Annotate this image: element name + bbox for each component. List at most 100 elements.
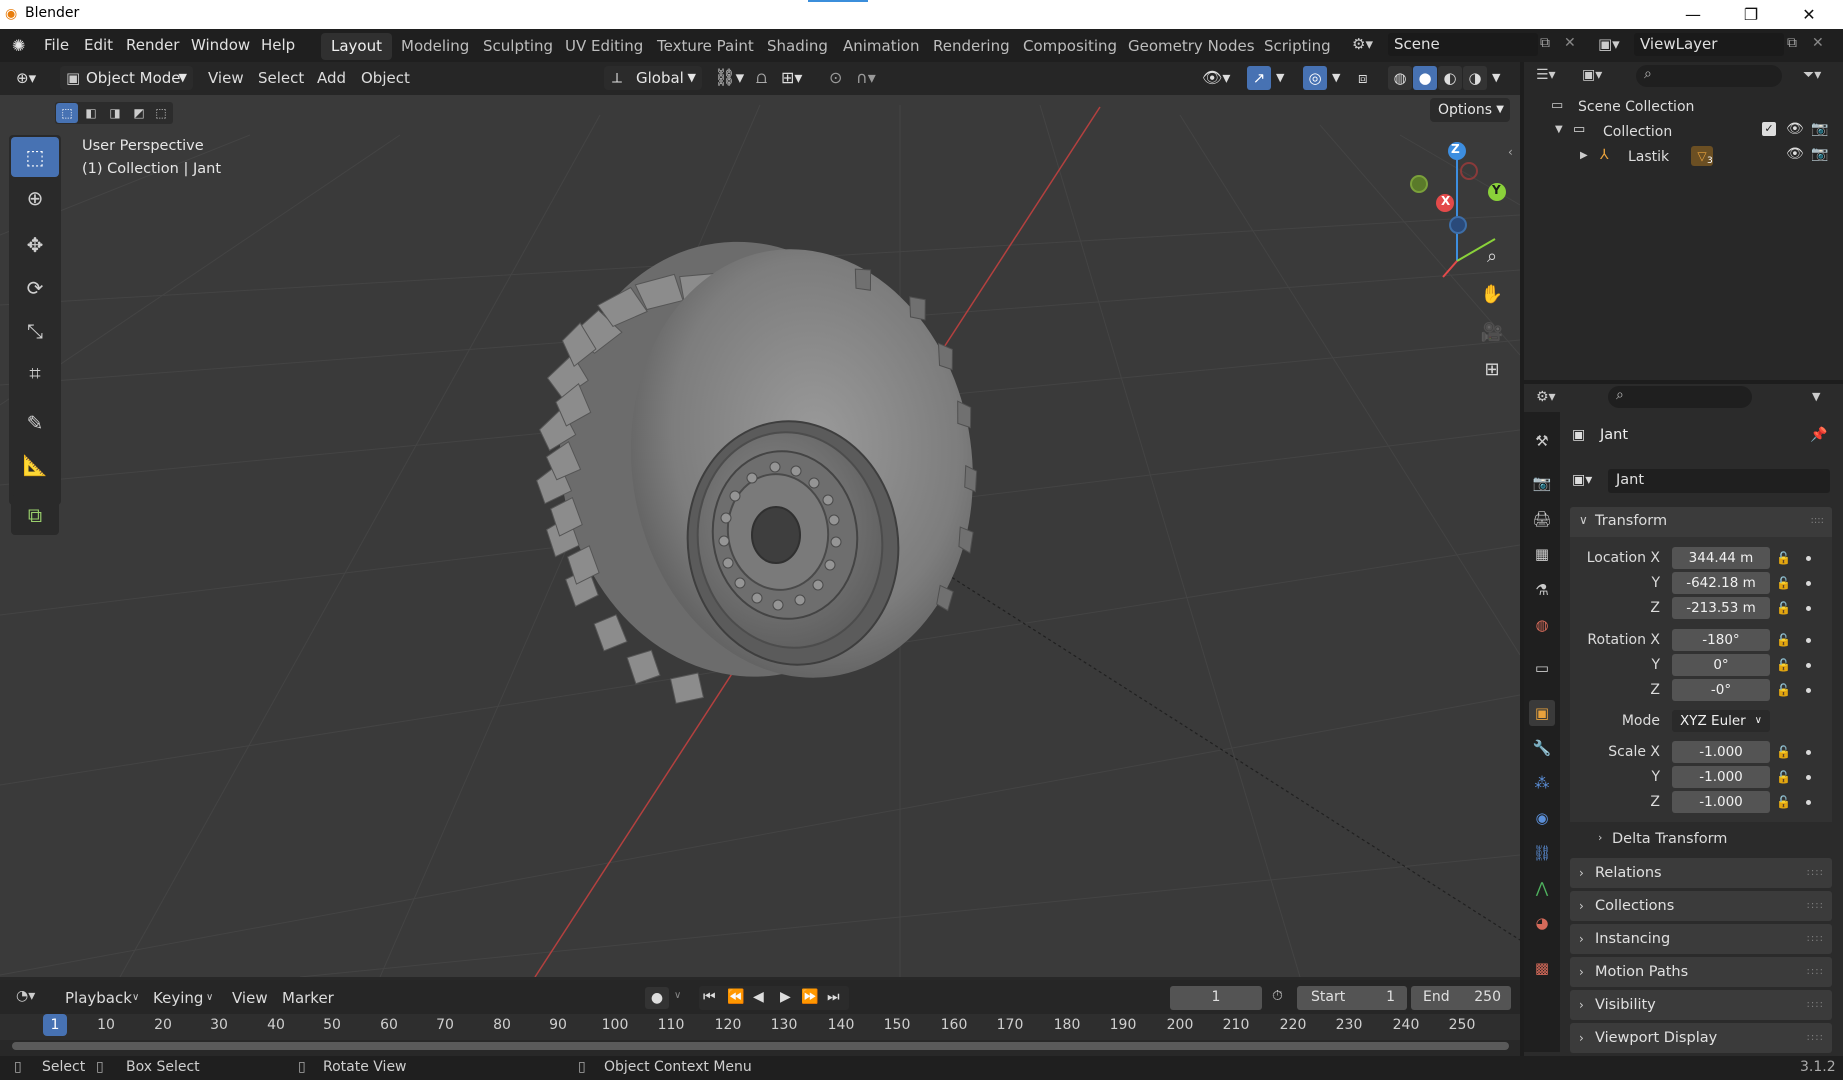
world-tab-icon[interactable]: ◍ (1529, 612, 1555, 638)
chevron-down-icon[interactable]: ▼ (1492, 66, 1500, 90)
scale-x-field[interactable]: -1.000 (1672, 741, 1770, 763)
view-layer-field[interactable]: ViewLayer (1634, 33, 1784, 56)
relations-panel[interactable]: › Relations:::: (1570, 858, 1832, 888)
prev-keyframe-icon[interactable]: ⏪ (727, 989, 744, 1005)
keyframe-dot[interactable] (1806, 775, 1811, 780)
editor-type-icon[interactable]: ⊕▾ (16, 66, 36, 90)
overlay-toggle-icon[interactable]: ◎ (1303, 66, 1327, 90)
outliner-scene-collection[interactable]: Scene Collection (1578, 99, 1694, 115)
material-tab-icon[interactable]: ◕ (1529, 910, 1555, 936)
delete-scene-icon[interactable]: ✕ (1564, 35, 1576, 51)
modifier-tab-icon[interactable]: 🔧 (1529, 735, 1555, 761)
render-camera-icon[interactable]: 📷 (1811, 121, 1828, 137)
rotation-y-field[interactable]: 0° (1672, 654, 1770, 676)
playhead-frame[interactable]: 1 (43, 1014, 67, 1036)
minimize-button[interactable]: — (1665, 0, 1721, 29)
transform-tool-icon[interactable]: ⌗ (11, 353, 59, 393)
3d-viewport[interactable]: Z Y X User Perspective (1) Collection | … (0, 95, 1520, 977)
chevron-down-icon[interactable]: ▼ (1332, 66, 1340, 90)
gizmo-toggle-icon[interactable]: ↗ (1247, 66, 1271, 90)
menu-file[interactable]: File (44, 36, 69, 54)
collection-tab-icon[interactable]: ▭ (1529, 655, 1555, 681)
keyframe-dot[interactable] (1806, 750, 1811, 755)
rotation-mode-dropdown[interactable]: XYZ Euler ∨ (1672, 710, 1770, 732)
scale-y-field[interactable]: -1.000 (1672, 766, 1770, 788)
collections-panel[interactable]: › Collections:::: (1570, 891, 1832, 921)
next-keyframe-icon[interactable]: ⏩ (801, 989, 818, 1005)
stopwatch-icon[interactable]: ⏱ (1272, 988, 1283, 1004)
play-reverse-icon[interactable]: ◀ (753, 989, 764, 1005)
jump-end-icon[interactable]: ⏭ (827, 989, 840, 1005)
pan-view-icon[interactable]: ✋ (1476, 279, 1508, 311)
tab-texture-paint[interactable]: Texture Paint (647, 33, 764, 60)
gizmo-z-label[interactable]: Z (1451, 142, 1460, 156)
new-scene-icon[interactable]: ⧉ (1540, 35, 1550, 51)
play-icon[interactable]: ▶ (780, 989, 791, 1005)
tab-animation[interactable]: Animation (833, 33, 929, 60)
proportional-edit-icon[interactable]: ⊙ (829, 66, 842, 90)
viewport-display-panel[interactable]: › Viewport Display:::: (1570, 1023, 1832, 1053)
scene-name-field[interactable]: Scene (1388, 33, 1538, 56)
snap-target-icon[interactable]: ⊞▾ (781, 66, 802, 90)
expand-arrow-icon[interactable]: ▼ (1555, 124, 1563, 135)
gizmo-x-label[interactable]: X (1441, 194, 1450, 208)
tab-compositing[interactable]: Compositing (1013, 33, 1127, 60)
chevron-down-icon[interactable]: ▼ (1812, 390, 1820, 403)
select-box-tool-icon[interactable]: ⬚ (11, 137, 59, 177)
scale-tool-icon[interactable]: ⤡ (11, 311, 59, 351)
lock-icon[interactable]: 🔓 (1776, 657, 1792, 673)
instancing-panel[interactable]: › Instancing:::: (1570, 924, 1832, 954)
measure-tool-icon[interactable]: 📐 (11, 445, 59, 485)
tab-uv-editing[interactable]: UV Editing (555, 33, 653, 60)
visibility-panel[interactable]: › Visibility:::: (1570, 990, 1832, 1020)
properties-search-input[interactable]: ⌕ (1608, 386, 1752, 408)
visibility-eye-icon[interactable]: 👁 (1786, 121, 1804, 137)
lock-icon[interactable]: 🔓 (1776, 575, 1792, 591)
physics-tab-icon[interactable]: ◉ (1529, 805, 1555, 831)
location-z-field[interactable]: -213.53 m (1672, 597, 1770, 619)
select-subtract-icon[interactable]: ◨ (104, 103, 126, 123)
constraints-tab-icon[interactable]: ⛓ (1529, 840, 1555, 866)
menu-add[interactable]: Add (317, 66, 346, 90)
add-cube-tool-icon[interactable]: ⧉ (11, 495, 59, 535)
rotation-x-field[interactable]: -180° (1672, 629, 1770, 651)
transform-panel-header[interactable]: ∨ Transform :::: (1570, 507, 1832, 537)
cursor-tool-icon[interactable]: ⊕ (11, 178, 59, 218)
blender-menu-icon[interactable]: ✺ (12, 36, 25, 55)
object-name-field[interactable]: Jant (1608, 469, 1830, 493)
object-data-tab-icon[interactable]: ⋀ (1529, 875, 1555, 901)
grip-icon[interactable]: :::: (1811, 515, 1824, 526)
current-frame-field[interactable]: 1 (1170, 986, 1262, 1010)
menu-render[interactable]: Render (126, 36, 179, 54)
view-layer-tab-icon[interactable]: ▦ (1529, 541, 1555, 567)
close-button[interactable]: ✕ (1781, 0, 1837, 29)
falloff-icon[interactable]: ∩▾ (856, 66, 876, 90)
rotation-z-field[interactable]: -0° (1672, 679, 1770, 701)
scale-z-field[interactable]: -1.000 (1672, 791, 1770, 813)
snap-toggle-icon[interactable]: ⩍ (756, 66, 767, 90)
outliner-editor-type-icon[interactable]: ☰▾ (1536, 67, 1556, 83)
keyframe-dot[interactable] (1806, 556, 1811, 561)
lock-icon[interactable]: 🔓 (1776, 550, 1792, 566)
menu-object[interactable]: Object (361, 66, 410, 90)
tool-tab-icon[interactable]: ⚒ (1529, 428, 1555, 454)
lock-icon[interactable]: 🔓 (1776, 682, 1792, 698)
menu-window[interactable]: Window (191, 36, 250, 54)
tab-scripting[interactable]: Scripting (1254, 33, 1341, 60)
motion-paths-panel[interactable]: › Motion Paths:::: (1570, 957, 1832, 987)
end-frame-field[interactable]: End 250 (1411, 986, 1511, 1010)
start-frame-field[interactable]: Start 1 (1297, 986, 1407, 1010)
tab-modeling[interactable]: Modeling (391, 33, 479, 60)
select-extend-icon[interactable]: ◧ (80, 103, 102, 123)
xray-toggle-icon[interactable]: ⧈ (1358, 66, 1368, 90)
keyframe-dot[interactable] (1806, 663, 1811, 668)
solid-shading-icon[interactable]: ● (1413, 66, 1437, 90)
keyframe-dot[interactable] (1806, 581, 1811, 586)
outliner-collection[interactable]: Collection (1603, 124, 1672, 140)
lock-icon[interactable]: 🔓 (1776, 600, 1792, 616)
delta-transform-subpanel[interactable]: › Delta Transform (1590, 828, 1830, 852)
lock-icon[interactable]: 🔓 (1776, 794, 1792, 810)
options-dropdown[interactable]: Options ▼ (1430, 98, 1510, 122)
timeline-editor-type-icon[interactable]: ◔▾ (16, 988, 35, 1004)
chevron-down-icon[interactable]: ∨ (674, 990, 681, 1001)
